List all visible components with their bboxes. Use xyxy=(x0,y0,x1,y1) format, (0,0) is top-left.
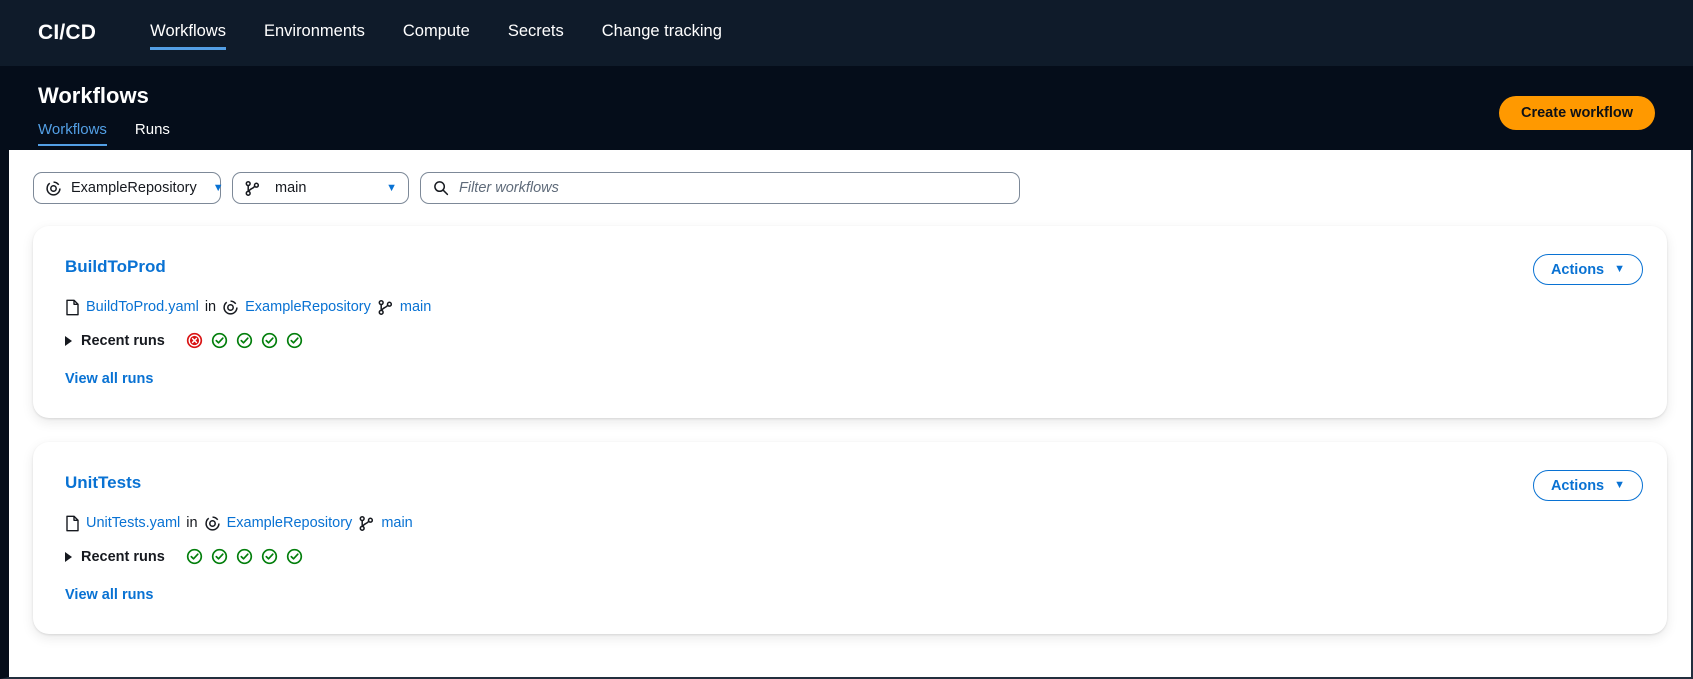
actions-button[interactable]: Actions ▼ xyxy=(1532,254,1643,285)
filter-search-box[interactable] xyxy=(420,172,1020,204)
create-workflow-button[interactable]: Create workflow xyxy=(1499,96,1655,130)
branch-icon xyxy=(358,515,375,532)
run-status-success-icon[interactable] xyxy=(211,548,228,565)
recent-runs-row: Recent runs xyxy=(65,332,1643,349)
workflow-branch-link[interactable]: main xyxy=(381,513,412,533)
workflow-meta-row: UnitTests.yaml in ExampleRepository main xyxy=(65,513,1643,533)
page-title: Workflows xyxy=(38,83,149,108)
app-brand-logo: CI/CD xyxy=(38,21,97,44)
workflow-name-link[interactable]: UnitTests xyxy=(65,472,1643,494)
repository-icon xyxy=(204,515,221,532)
recent-runs-status-list xyxy=(186,548,303,565)
top-navigation-bar: CI/CD Workflows Environments Compute Sec… xyxy=(0,0,1693,66)
tab-workflows[interactable]: Workflows xyxy=(38,120,107,146)
view-all-runs-link[interactable]: View all runs xyxy=(65,371,153,387)
filter-toolbar: ExampleRepository ▼ main ▼ xyxy=(33,172,1667,204)
workflow-card: BuildToProd BuildToProd.yaml in ExampleR… xyxy=(33,226,1667,418)
page-header: Workflows Workflows Runs Create workflow xyxy=(0,66,1693,150)
expand-triangle-icon[interactable] xyxy=(65,335,72,346)
expand-triangle-icon[interactable] xyxy=(65,551,72,562)
search-icon xyxy=(433,180,449,196)
recent-runs-label[interactable]: Recent runs xyxy=(81,333,165,349)
recent-runs-status-list xyxy=(186,332,303,349)
view-all-runs-link[interactable]: View all runs xyxy=(65,587,153,603)
chevron-down-icon: ▼ xyxy=(1614,263,1625,275)
recent-runs-row: Recent runs xyxy=(65,548,1643,565)
run-status-success-icon[interactable] xyxy=(261,332,278,349)
tab-runs[interactable]: Runs xyxy=(135,120,170,146)
file-icon xyxy=(65,515,80,532)
run-status-success-icon[interactable] xyxy=(211,332,228,349)
chevron-down-icon: ▼ xyxy=(212,181,224,194)
branch-selector[interactable]: main ▼ xyxy=(232,172,409,204)
branch-icon xyxy=(244,180,261,197)
top-nav-items: Workflows Environments Compute Secrets C… xyxy=(150,20,760,50)
branch-selector-value: main xyxy=(275,180,307,196)
app-page: CI/CD Workflows Environments Compute Sec… xyxy=(0,0,1693,679)
chevron-down-icon: ▼ xyxy=(1614,479,1625,491)
page-body: ExampleRepository ▼ main ▼ Filter workfl… xyxy=(0,150,1693,679)
run-status-success-icon[interactable] xyxy=(186,548,203,565)
nav-item-secrets[interactable]: Secrets xyxy=(508,20,564,47)
actions-button[interactable]: Actions ▼ xyxy=(1532,470,1643,501)
content-area: ExampleRepository ▼ main ▼ Filter workfl… xyxy=(9,150,1691,634)
chevron-down-icon: ▼ xyxy=(386,181,397,194)
workflow-name-link[interactable]: BuildToProd xyxy=(65,256,1643,278)
run-status-success-icon[interactable] xyxy=(286,332,303,349)
run-status-failed-icon[interactable] xyxy=(186,332,203,349)
nav-item-environments[interactable]: Environments xyxy=(264,20,365,47)
actions-button-label: Actions xyxy=(1550,477,1605,494)
actions-button-label: Actions xyxy=(1550,261,1605,278)
workflow-file-link[interactable]: UnitTests.yaml xyxy=(86,513,180,533)
nav-item-change-tracking[interactable]: Change tracking xyxy=(602,20,722,47)
file-icon xyxy=(65,299,80,316)
run-status-success-icon[interactable] xyxy=(236,332,253,349)
nav-item-compute[interactable]: Compute xyxy=(403,20,470,47)
branch-icon xyxy=(377,299,394,316)
repository-selector[interactable]: ExampleRepository ▼ xyxy=(33,172,224,204)
nav-item-workflows[interactable]: Workflows xyxy=(150,20,226,50)
page-tabs: Workflows Runs xyxy=(38,120,1693,146)
repository-selector-value: ExampleRepository xyxy=(71,180,197,196)
repository-icon xyxy=(45,180,62,197)
recent-runs-label[interactable]: Recent runs xyxy=(81,549,165,565)
workflow-branch-link[interactable]: main xyxy=(400,297,431,317)
workflow-repository-link[interactable]: ExampleRepository xyxy=(227,513,353,533)
run-status-success-icon[interactable] xyxy=(261,548,278,565)
workflow-repository-link[interactable]: ExampleRepository xyxy=(245,297,371,317)
repository-icon xyxy=(222,299,239,316)
meta-in-label: in xyxy=(204,299,217,315)
run-status-success-icon[interactable] xyxy=(286,548,303,565)
workflow-meta-row: BuildToProd.yaml in ExampleRepository ma… xyxy=(65,297,1643,317)
workflow-file-link[interactable]: BuildToProd.yaml xyxy=(86,297,199,317)
search-input[interactable] xyxy=(459,180,1007,196)
run-status-success-icon[interactable] xyxy=(236,548,253,565)
meta-in-label: in xyxy=(186,515,198,531)
workflow-card: UnitTests UnitTests.yaml in ExampleRepos… xyxy=(33,442,1667,634)
